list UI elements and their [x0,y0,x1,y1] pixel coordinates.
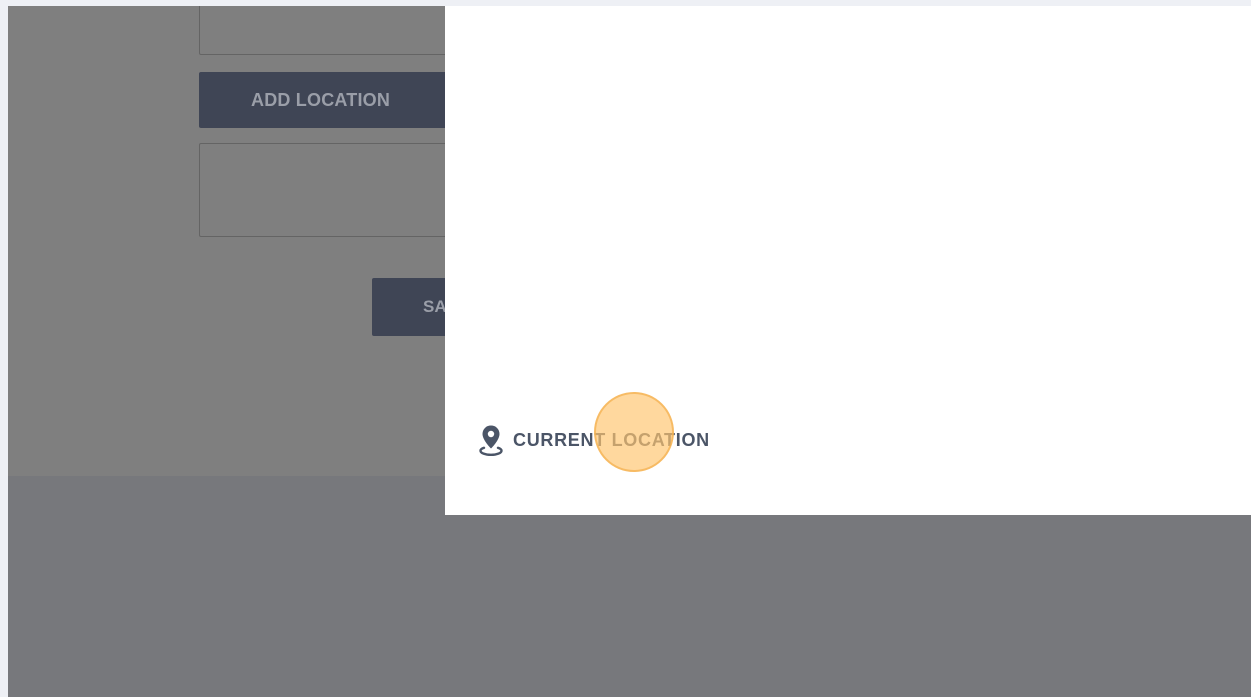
map-pin-icon [479,425,503,456]
app-frame: ADD LOCATION SA CURRENT LOCATION [8,6,1251,697]
current-location-label: CURRENT LOCATION [513,430,710,450]
save-button-label: SA [423,297,447,316]
current-location-button[interactable]: CURRENT LOCATION [479,420,710,460]
location-textarea[interactable] [199,143,469,237]
add-location-button[interactable]: ADD LOCATION [199,72,469,128]
location-picker-panel: CURRENT LOCATION [445,6,1251,515]
add-location-label: ADD LOCATION [251,90,391,110]
screen: ADD LOCATION SA CURRENT LOCATION [0,0,1251,697]
location-input-field[interactable] [199,6,469,55]
